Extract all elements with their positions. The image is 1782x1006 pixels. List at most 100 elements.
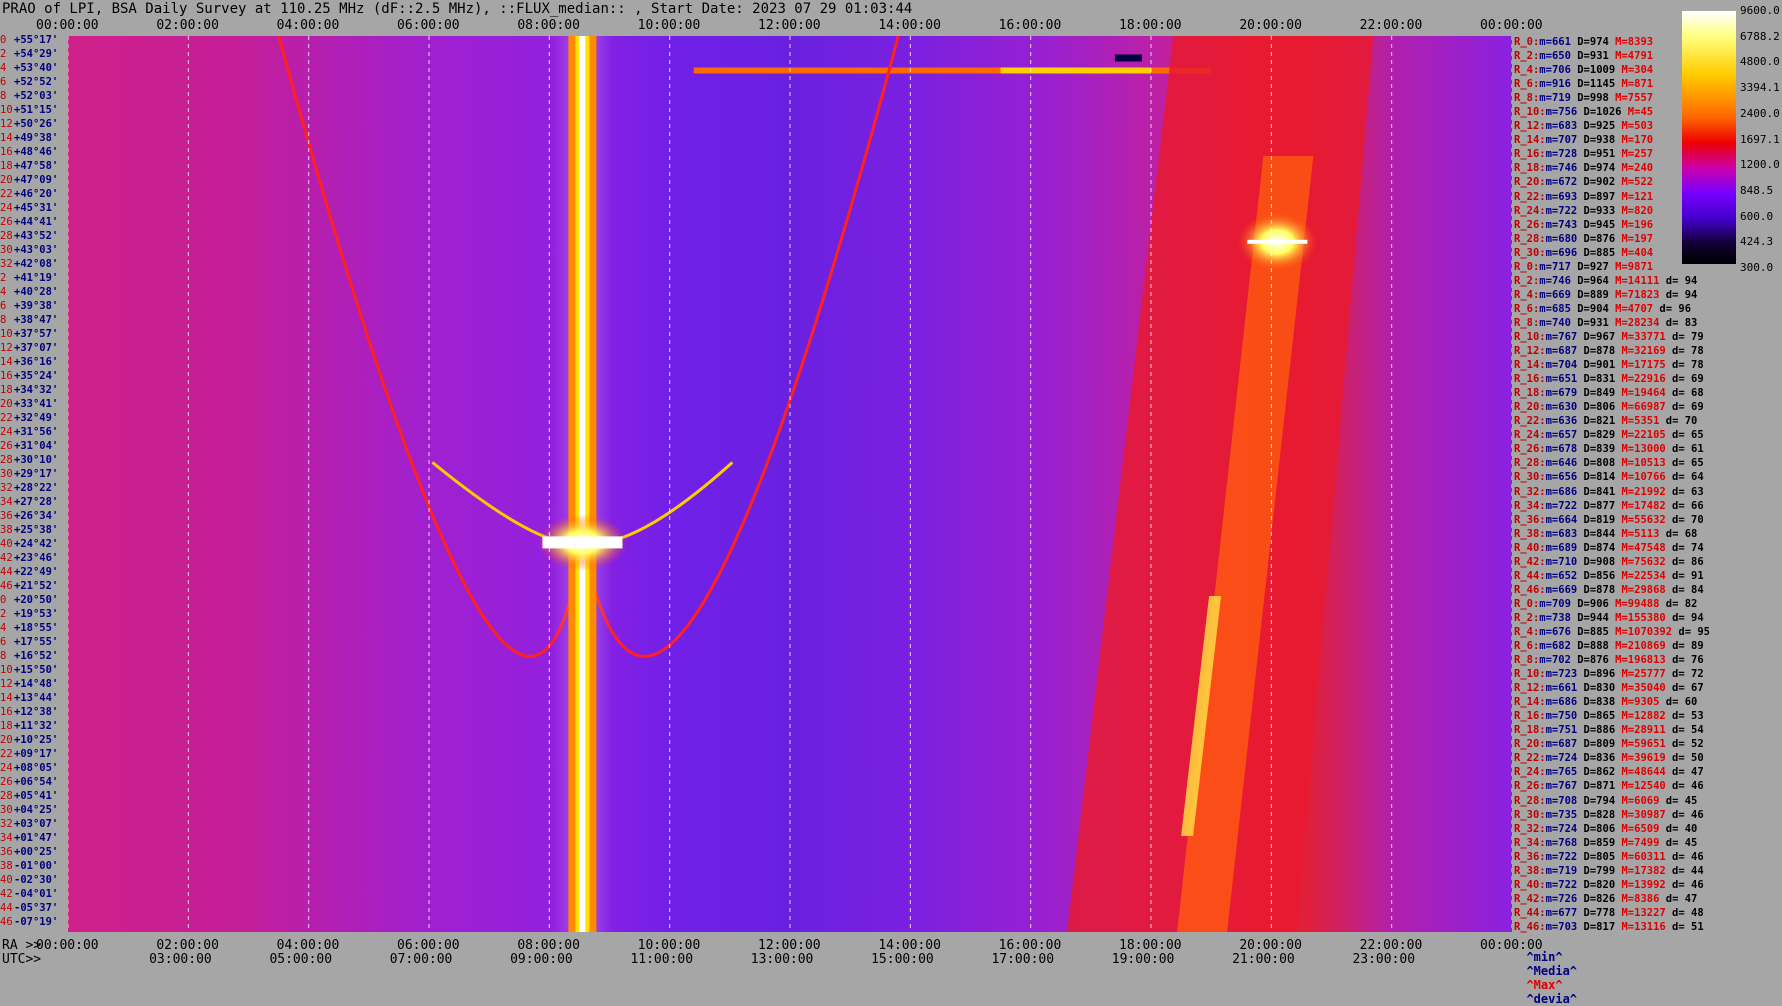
beam-index: 12 xyxy=(0,678,13,690)
colorbar-tick: 2400.0 xyxy=(1740,106,1780,120)
beam-id: R_12: xyxy=(1514,682,1546,695)
stats-row: R_6:m=685 D=904 M=4707 d= 96 xyxy=(1514,302,1719,316)
min-value: m=722 xyxy=(1545,499,1578,512)
max-value: M=304 xyxy=(1615,64,1654,77)
deviation-value: d= 61 xyxy=(1665,443,1704,456)
median-value: D=906 xyxy=(1570,597,1609,610)
ra-tick-label: 14:00:00 xyxy=(878,938,941,953)
utc-tick-label: 11:00:00 xyxy=(630,952,694,967)
beam-index: 44 xyxy=(0,566,13,578)
declination-label: 10+37°57' xyxy=(0,328,68,340)
deviation-value: d= 91 xyxy=(1665,569,1704,582)
min-value: m=664 xyxy=(1545,513,1578,526)
min-value: m=689 xyxy=(1545,541,1578,554)
declination-label: 14+49°38' xyxy=(0,132,68,144)
declination-label: 30+04°25' xyxy=(0,804,68,816)
min-value: m=650 xyxy=(1539,50,1571,63)
declination-value: +04°25' xyxy=(14,804,59,816)
beam-id: R_44: xyxy=(1514,569,1546,582)
stats-row: R_36:m=722 D=805 M=60311 d= 46 xyxy=(1514,850,1719,864)
min-value: m=677 xyxy=(1545,906,1578,919)
declination-value: -07°19' xyxy=(14,916,59,928)
colorbar-tick: 6788.2 xyxy=(1740,29,1780,43)
beam-id: R_22: xyxy=(1514,752,1546,765)
declination-value: +39°38' xyxy=(14,300,59,312)
min-value: m=652 xyxy=(1545,569,1578,582)
declination-label: 38+25°38' xyxy=(0,524,68,536)
max-value: M=4707 xyxy=(1608,302,1654,315)
beam-index: 6 xyxy=(0,300,7,312)
beam-id: R_20: xyxy=(1514,176,1546,189)
declination-value: +32°49' xyxy=(14,412,59,424)
declination-label: 4 +40°28' xyxy=(0,286,68,298)
max-value: M=9305 xyxy=(1615,696,1660,709)
beam-id: R_6: xyxy=(1514,640,1540,653)
beam-id: R_38: xyxy=(1514,864,1546,877)
utc-tick-label: 17:00:00 xyxy=(991,952,1055,967)
median-value: D=888 xyxy=(1570,640,1609,653)
max-value: M=4791 xyxy=(1608,50,1654,63)
beam-id: R_18: xyxy=(1514,387,1546,400)
beam-index: 0 xyxy=(0,34,7,46)
min-value: m=683 xyxy=(1545,527,1578,540)
declination-label: 14+36°16' xyxy=(0,356,68,368)
max-value: M=503 xyxy=(1615,120,1654,133)
beam-id: R_30: xyxy=(1514,471,1546,484)
beam-id: R_44: xyxy=(1514,906,1546,919)
beam-index: 10 xyxy=(0,104,13,116)
min-value: m=722 xyxy=(1545,878,1578,891)
stats-row: R_6:m=682 D=888 M=210869 d= 89 xyxy=(1514,639,1719,653)
min-value: m=750 xyxy=(1545,710,1578,723)
colorbar-tick: 4800.0 xyxy=(1740,55,1780,69)
beam-index: 4 xyxy=(0,62,7,74)
min-value: m=743 xyxy=(1545,218,1578,231)
beam-id: R_24: xyxy=(1514,204,1546,217)
min-value: m=707 xyxy=(1545,134,1578,147)
beam-id: R_36: xyxy=(1514,513,1546,526)
declination-value: +30°10' xyxy=(14,454,59,466)
min-value: m=767 xyxy=(1545,780,1578,793)
top-tick-label: 02:00:00 xyxy=(156,18,219,33)
legend-median: ^Media^ xyxy=(1526,964,1578,978)
declination-label: 30+43°03' xyxy=(0,244,68,256)
deviation-value: d= 74 xyxy=(1665,541,1704,554)
median-value: D=821 xyxy=(1577,415,1616,428)
min-value: m=661 xyxy=(1539,36,1571,48)
ra-tick-label: 22:00:00 xyxy=(1359,938,1423,953)
median-value: D=874 xyxy=(1577,541,1616,554)
declination-label: 26+06°54' xyxy=(0,776,68,788)
legend-min: ^min^ xyxy=(1526,950,1563,964)
beam-id: R_46: xyxy=(1514,583,1546,596)
beam-index: 12 xyxy=(0,342,13,354)
declination-label: 2 +54°29' xyxy=(0,48,68,60)
ra-tick-label: 20:00:00 xyxy=(1239,938,1302,953)
beam-index: 20 xyxy=(0,174,13,186)
beam-id: R_42: xyxy=(1514,555,1546,568)
median-value: D=945 xyxy=(1577,218,1616,231)
beam-id: R_38: xyxy=(1514,527,1546,540)
deviation-value: d= 94 xyxy=(1659,274,1698,287)
declination-label: 28+30°10' xyxy=(0,454,68,466)
deviation-value: d= 67 xyxy=(1665,682,1704,695)
stats-row: R_40:m=722 D=820 M=13992 d= 46 xyxy=(1514,878,1719,892)
declination-label: 28+43°52' xyxy=(0,230,68,242)
deviation-value: d= 83 xyxy=(1659,316,1698,329)
median-value: D=820 xyxy=(1577,878,1616,891)
declination-label: 26+31°04' xyxy=(0,440,68,452)
declination-label: 18+11°32' xyxy=(0,720,68,732)
ra-tick-label: 12:00:00 xyxy=(758,938,821,953)
deviation-value: d= 79 xyxy=(1665,330,1704,343)
declination-label: 36+00°25' xyxy=(0,846,68,858)
deviation-value: d= 94 xyxy=(1665,611,1704,624)
max-value: M=66987 xyxy=(1615,401,1666,414)
beam-index: 28 xyxy=(0,454,13,466)
top-tick-label: 10:00:00 xyxy=(637,18,701,33)
streak-bright-segment xyxy=(1000,67,1151,74)
deviation-value: d= 46 xyxy=(1665,850,1704,863)
declination-value: +24°42' xyxy=(14,538,59,550)
beam-id: R_4: xyxy=(1514,625,1540,638)
declination-value: +18°55' xyxy=(14,622,59,634)
min-value: m=709 xyxy=(1539,597,1571,610)
deviation-value: d= 46 xyxy=(1665,878,1704,891)
beam-index: 38 xyxy=(0,860,13,872)
